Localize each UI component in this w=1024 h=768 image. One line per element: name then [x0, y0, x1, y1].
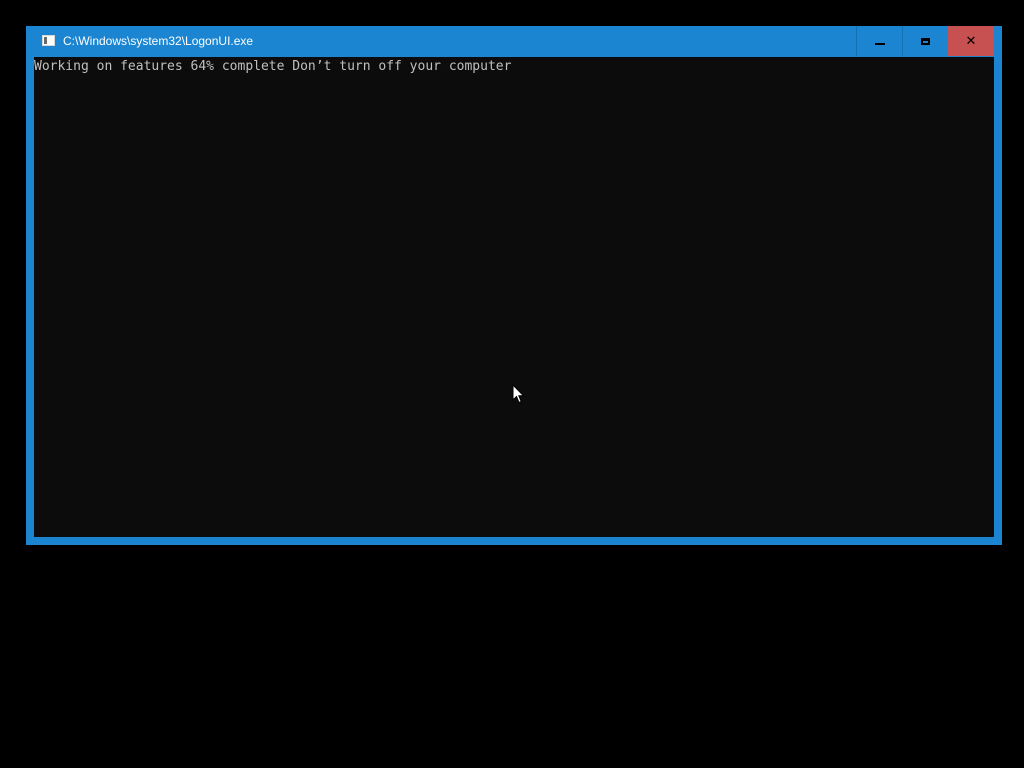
window-title: C:\Windows\system32\LogonUI.exe [63, 34, 254, 48]
close-button[interactable]: ✕ [948, 26, 994, 56]
maximize-button[interactable] [902, 26, 948, 56]
console-output-line: Working on features 64% complete Don’t t… [34, 59, 512, 74]
console-output-area[interactable]: Working on features 64% complete Don’t t… [34, 57, 994, 537]
console-window: C:\Windows\system32\LogonUI.exe ✕ Workin… [26, 26, 1002, 545]
close-icon: ✕ [965, 33, 977, 49]
desktop: C:\Windows\system32\LogonUI.exe ✕ Workin… [0, 0, 1024, 768]
minimize-button[interactable] [856, 26, 902, 56]
console-window-icon[interactable] [42, 35, 55, 46]
mouse-pointer-icon [512, 384, 525, 404]
maximize-icon [921, 37, 930, 45]
minimize-icon [874, 43, 885, 45]
title-bar[interactable]: C:\Windows\system32\LogonUI.exe ✕ [26, 26, 1002, 57]
